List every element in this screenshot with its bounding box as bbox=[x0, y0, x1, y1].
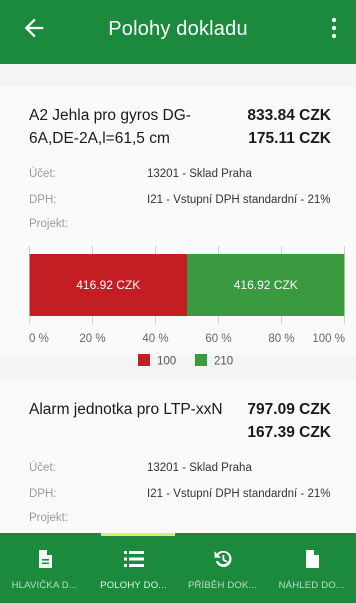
tab-label: NÁHLED DO... bbox=[278, 580, 345, 591]
x-tick-label: 40 % bbox=[142, 333, 168, 345]
item-amounts: 833.84 CZK 175.11 CZK bbox=[247, 104, 331, 150]
x-tick-label: 80 % bbox=[268, 333, 294, 345]
bar-value-label: 416.92 CZK bbox=[76, 278, 140, 292]
items-list: A2 Jehla pro gyros DG-6A,DE-2A,l=61,5 cm… bbox=[0, 64, 356, 533]
x-tick-label: 60 % bbox=[205, 333, 231, 345]
tab-history[interactable]: PŘÍBĚH DOK... bbox=[178, 533, 267, 603]
account-value: 13201 - Sklad Praha bbox=[147, 462, 252, 474]
item-name: Alarm jednotka pro LTP-xxN bbox=[29, 401, 223, 418]
item-vat-amount: 175.11 CZK bbox=[248, 130, 331, 147]
more-vertical-icon[interactable] bbox=[330, 16, 338, 40]
legend-label: 210 bbox=[214, 356, 233, 368]
account-label: Účet: bbox=[29, 168, 56, 180]
vat-value: I21 - Vstupní DPH standardní - 21% bbox=[147, 194, 331, 206]
legend-swatch bbox=[195, 354, 207, 366]
item-amount: 833.84 CZK bbox=[247, 107, 331, 124]
item-amount: 797.09 CZK bbox=[247, 401, 331, 418]
tab-label: POLOHY DO... bbox=[100, 580, 167, 591]
item-vat-amount: 167.39 CZK bbox=[247, 424, 331, 441]
tab-items[interactable]: POLOHY DO... bbox=[89, 533, 178, 603]
project-split-chart: 0 % 20 % 40 % 60 % 80 % 100 % 416.92 CZK 416.92… bbox=[29, 246, 345, 368]
list-item[interactable]: A2 Jehla pro gyros DG-6A,DE-2A,l=61,5 cm… bbox=[0, 86, 356, 368]
vat-label: DPH: bbox=[29, 194, 57, 206]
list-item[interactable]: Alarm jednotka pro LTP-xxN 797.09 CZK 16… bbox=[0, 380, 356, 533]
page-title: Polohy dokladu bbox=[108, 18, 248, 40]
vat-label: DPH: bbox=[29, 488, 57, 500]
history-icon bbox=[214, 550, 232, 567]
tab-label: PŘÍBĚH DOK... bbox=[187, 580, 258, 591]
legend-label: 100 bbox=[157, 356, 176, 368]
vat-value: I21 - Vstupní DPH standardní - 21% bbox=[147, 488, 331, 500]
project-label: Projekt: bbox=[29, 218, 68, 230]
x-tick-label: 0 % bbox=[29, 333, 49, 345]
tab-label: HLAVIČKA D... bbox=[11, 580, 78, 591]
tab-header[interactable]: HLAVIČKA D... bbox=[0, 533, 89, 603]
tab-preview[interactable]: NÁHLED DO... bbox=[267, 533, 356, 603]
x-tick-label: 100 % bbox=[312, 333, 345, 345]
account-value: 13201 - Sklad Praha bbox=[147, 168, 252, 180]
bottom-navigation: HLAVIČKA D... POLOHY DO... PŘÍBĚH DOK...… bbox=[0, 533, 356, 603]
item-amounts: 797.09 CZK 167.39 CZK bbox=[247, 398, 331, 444]
bar-value-label: 416.92 CZK bbox=[234, 278, 298, 292]
list-icon bbox=[123, 551, 144, 567]
project-label: Projekt: bbox=[29, 512, 68, 524]
item-name: A2 Jehla pro gyros DG-6A,DE-2A,l=61,5 cm bbox=[29, 107, 191, 147]
x-tick-label: 20 % bbox=[79, 333, 105, 345]
document-icon bbox=[38, 550, 52, 568]
legend-swatch bbox=[138, 354, 150, 366]
account-label: Účet: bbox=[29, 462, 56, 474]
app-bar: Polohy dokladu bbox=[0, 0, 356, 64]
file-icon bbox=[305, 550, 319, 568]
